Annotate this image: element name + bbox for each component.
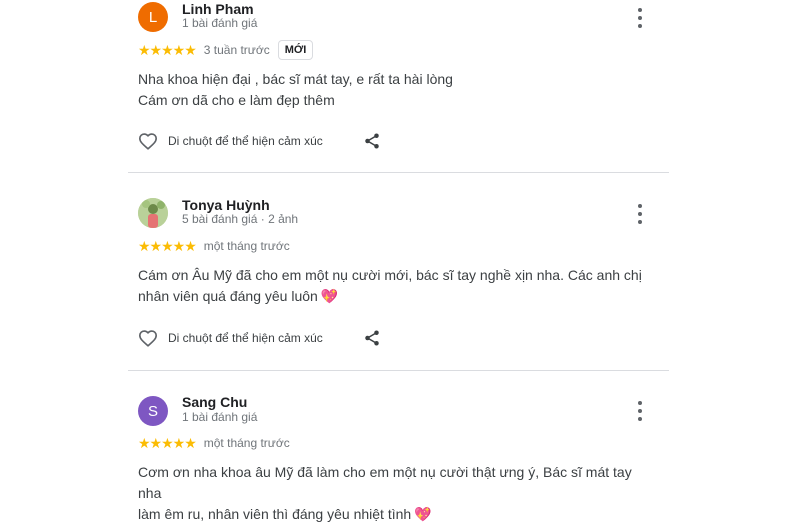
review-text: Cơm ơn nha khoa âu Mỹ đã làm cho em một … — [138, 462, 658, 525]
review-text-line: Nha khoa hiện đại , bác sĩ mát tay, e rấ… — [138, 71, 453, 87]
divider — [128, 370, 669, 371]
star-rating: ★★★★★ — [138, 434, 197, 451]
star-rating: ★★★★★ — [138, 237, 197, 254]
more-options-icon[interactable] — [632, 204, 648, 224]
reviewer-name[interactable]: Tonya Huỳnh — [182, 197, 270, 213]
review-card: S Sang Chu 1 bài đánh giá ★★★★★ một thán… — [128, 388, 669, 522]
share-icon[interactable] — [361, 130, 383, 152]
avatar[interactable]: S — [138, 396, 168, 426]
reviewer-meta: 1 bài đánh giá — [182, 410, 258, 424]
divider — [128, 172, 669, 173]
reviewer-name[interactable]: Linh Pham — [182, 1, 254, 17]
new-badge: MỚI — [277, 40, 314, 60]
review-text-line: Cám ơn Âu Mỹ đã cho em một nụ cười mới, … — [138, 267, 642, 283]
heart-emoji: 💖 — [320, 288, 339, 304]
react-hint[interactable]: Di chuột để thể hiện cảm xúc — [168, 134, 323, 148]
review-text-line: nhân viên quá đáng yêu luôn — [138, 288, 318, 304]
heart-emoji: 💖 — [414, 506, 432, 522]
share-icon[interactable] — [361, 327, 383, 349]
review-time: 3 tuần trước — [203, 43, 270, 57]
review-text-line: làm êm ru, nhân viên thì đáng yêu nhiệt … — [138, 506, 412, 522]
heart-icon[interactable] — [137, 130, 159, 152]
review-text-line: Cơm ơn nha khoa âu Mỹ đã làm cho em một … — [138, 464, 632, 501]
reviewer-meta: 1 bài đánh giá — [182, 16, 258, 30]
reviewer-name[interactable]: Sang Chu — [182, 394, 247, 410]
avatar[interactable]: L — [138, 2, 168, 32]
more-options-icon[interactable] — [632, 8, 648, 28]
more-options-icon[interactable] — [632, 401, 648, 421]
reviewer-meta: 5 bài đánh giá · 2 ảnh — [182, 212, 299, 226]
review-text-line: Cám ơn dã cho e làm đẹp thêm — [138, 92, 335, 108]
review-card: L Linh Pham 1 bài đánh giá ★★★★★ 3 tuần … — [128, 0, 669, 172]
star-rating: ★★★★★ — [138, 41, 197, 58]
review-time: một tháng trước — [203, 436, 290, 450]
action-row: Di chuột để thể hiện cảm xúc — [137, 327, 387, 349]
review-text: Cám ơn Âu Mỹ đã cho em một nụ cười mới, … — [138, 265, 658, 307]
review-text: Nha khoa hiện đại , bác sĩ mát tay, e rấ… — [138, 69, 658, 111]
heart-icon[interactable] — [137, 327, 159, 349]
avatar[interactable] — [138, 198, 168, 228]
review-time: một tháng trước — [203, 239, 290, 253]
rating-row: ★★★★★ 3 tuần trước MỚI — [138, 40, 314, 60]
rating-row: ★★★★★ một tháng trước — [138, 237, 290, 255]
react-hint[interactable]: Di chuột để thể hiện cảm xúc — [168, 331, 323, 345]
review-card: Tonya Huỳnh 5 bài đánh giá · 2 ảnh ★★★★★… — [128, 190, 669, 370]
action-row: Di chuột để thể hiện cảm xúc — [137, 130, 387, 152]
rating-row: ★★★★★ một tháng trước — [138, 434, 290, 452]
